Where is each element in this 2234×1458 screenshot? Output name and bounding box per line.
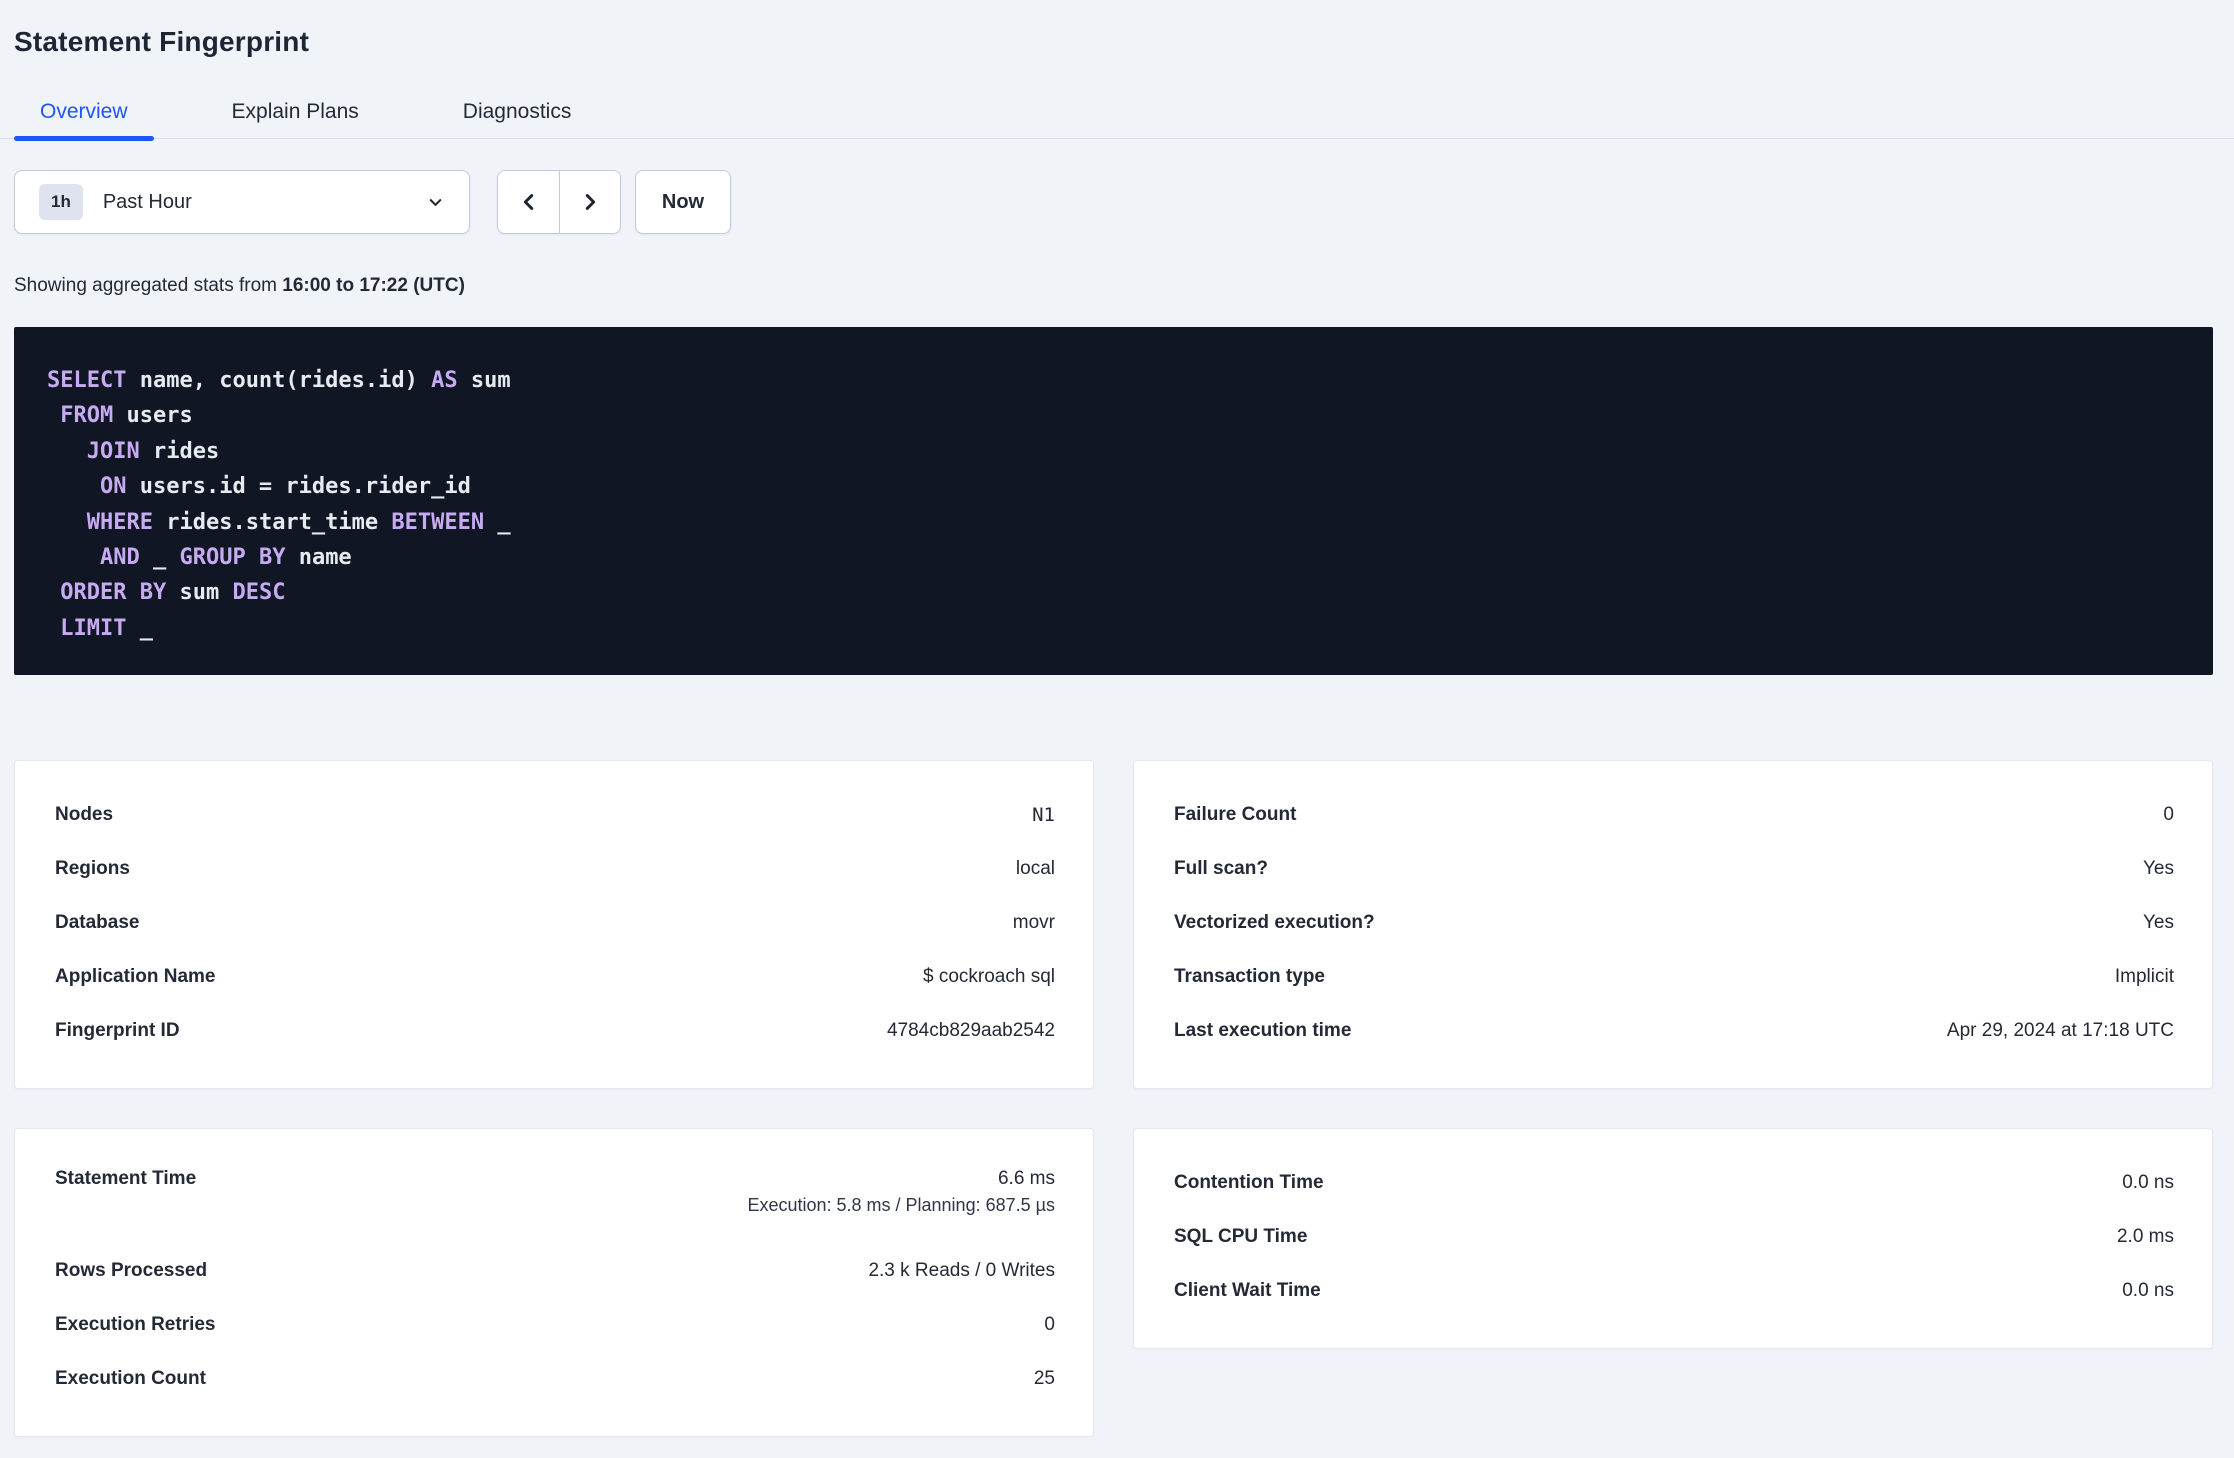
sql-cpu-time-value: 2.0 ms <box>2116 1226 2174 1248</box>
regions-row: Regions local <box>55 842 1055 896</box>
contention-time-row: Contention Time 0.0 ns <box>1174 1156 2174 1210</box>
rows-processed-row: Rows Processed 2.3 k Reads / 0 Writes <box>55 1244 1055 1298</box>
chevron-left-icon <box>518 191 540 213</box>
chevron-down-icon <box>426 193 445 212</box>
client-wait-time-label: Client Wait Time <box>1174 1280 1321 1302</box>
execution-count-row: Execution Count 25 <box>55 1352 1055 1406</box>
vectorized-execution-label: Vectorized execution? <box>1174 912 1375 934</box>
sql-line: ORDER BY sum DESC <box>60 580 286 606</box>
execution-retries-value: 0 <box>1044 1314 1055 1336</box>
last-execution-time-row: Last execution time Apr 29, 2024 at 17:1… <box>1174 1004 2174 1058</box>
transaction-type-row: Transaction type Implicit <box>1174 950 2174 1004</box>
vectorized-execution-value: Yes <box>2143 912 2174 934</box>
overview-cards-row-2: Statement Time 6.6 ms Execution: 5.8 ms … <box>14 1128 2213 1438</box>
stats-caption: Showing aggregated stats from 16:00 to 1… <box>14 275 2234 297</box>
application-name-row: Application Name $ cockroach sql <box>55 950 1055 1004</box>
sql-line: LIMIT _ <box>60 615 153 641</box>
wait-time-card: Contention Time 0.0 ns SQL CPU Time 2.0 … <box>1133 1128 2213 1350</box>
statement-time-row: Statement Time 6.6 ms Execution: 5.8 ms … <box>55 1156 1055 1244</box>
execution-retries-label: Execution Retries <box>55 1314 216 1336</box>
next-time-button[interactable] <box>559 171 620 233</box>
sql-line: AND _ GROUP BY name <box>99 545 352 571</box>
full-scan-label: Full scan? <box>1174 858 1268 880</box>
statement-time-value: 6.6 ms <box>997 1168 1055 1190</box>
tab-overview[interactable]: Overview <box>14 100 154 141</box>
time-range-label: Past Hour <box>102 190 192 213</box>
sql-cpu-time-row: SQL CPU Time 2.0 ms <box>1174 1210 2174 1264</box>
nodes-link[interactable]: N1 <box>1032 804 1055 826</box>
failure-count-value: 0 <box>2163 804 2174 826</box>
fingerprint-id-value: 4784cb829aab2542 <box>886 1020 1055 1042</box>
prev-time-button[interactable] <box>498 171 559 233</box>
page-title: Statement Fingerprint <box>14 26 310 57</box>
sql-line: SELECT name, count(rides.id) AS sum <box>47 368 511 393</box>
now-button[interactable]: Now <box>635 170 731 234</box>
client-wait-time-row: Client Wait Time 0.0 ns <box>1174 1264 2174 1318</box>
stats-caption-range: 16:00 to 17:22 (UTC) <box>282 275 465 296</box>
database-row: Database movr <box>55 896 1055 950</box>
full-scan-row: Full scan? Yes <box>1174 842 2174 896</box>
last-execution-time-label: Last execution time <box>1174 1020 1352 1042</box>
vectorized-execution-row: Vectorized execution? Yes <box>1174 896 2174 950</box>
fingerprint-id-label: Fingerprint ID <box>55 1020 180 1042</box>
stats-caption-prefix: Showing aggregated stats from <box>14 275 283 296</box>
fingerprint-id-row: Fingerprint ID 4784cb829aab2542 <box>55 1004 1055 1058</box>
database-value: movr <box>1012 912 1055 934</box>
contention-time-value: 0.0 ns <box>2122 1172 2174 1194</box>
database-label: Database <box>55 912 140 934</box>
application-name-label: Application Name <box>55 966 216 988</box>
failure-count-row: Failure Count 0 <box>1174 788 2174 842</box>
time-range-dropdown[interactable]: 1h Past Hour <box>14 170 470 234</box>
statement-details-card: Nodes N1 Regions local Database movr App… <box>14 760 1094 1090</box>
time-controls: 1h Past Hour Now <box>14 170 2234 234</box>
tab-explain-plans-label: Explain Plans <box>231 100 359 123</box>
tab-overview-label: Overview <box>40 100 128 123</box>
failure-count-label: Failure Count <box>1174 804 1297 826</box>
transaction-type-value: Implicit <box>2114 966 2174 988</box>
nodes-label: Nodes <box>55 804 114 826</box>
statement-timing-card: Statement Time 6.6 ms Execution: 5.8 ms … <box>14 1128 1094 1438</box>
interval-badge: 1h <box>39 184 83 220</box>
execution-count-value: 25 <box>1033 1368 1055 1390</box>
regions-label: Regions <box>55 858 130 880</box>
sql-line: WHERE rides.start_time BETWEEN _ <box>86 509 511 535</box>
sql-line: FROM users <box>60 403 193 429</box>
rows-processed-value: 2.3 k Reads / 0 Writes <box>868 1260 1055 1282</box>
statement-fingerprint-page: Statement Fingerprint Overview Explain P… <box>0 0 2234 1458</box>
transaction-type-label: Transaction type <box>1174 966 1325 988</box>
statement-time-label: Statement Time <box>55 1168 197 1190</box>
sql-cpu-time-label: SQL CPU Time <box>1174 1226 1308 1248</box>
sql-line: ON users.id = rides.rider_id <box>99 474 471 500</box>
tab-bar: Overview Explain Plans Diagnostics <box>0 100 2234 141</box>
nodes-row: Nodes N1 <box>55 788 1055 842</box>
chevron-right-icon <box>579 191 601 213</box>
sql-line: JOIN rides <box>86 438 220 464</box>
contention-time-label: Contention Time <box>1174 1172 1324 1194</box>
tab-diagnostics-label: Diagnostics <box>462 100 572 123</box>
tab-diagnostics[interactable]: Diagnostics <box>437 100 598 138</box>
regions-value: local <box>1015 858 1055 880</box>
tab-explain-plans[interactable]: Explain Plans <box>206 100 385 138</box>
full-scan-value: Yes <box>2143 858 2174 880</box>
last-execution-time-value: Apr 29, 2024 at 17:18 UTC <box>1946 1020 2174 1042</box>
client-wait-time-value: 0.0 ns <box>2122 1280 2174 1302</box>
execution-attributes-card: Failure Count 0 Full scan? Yes Vectorize… <box>1133 760 2213 1090</box>
time-step-buttons <box>497 170 621 234</box>
execution-count-label: Execution Count <box>55 1368 206 1390</box>
rows-processed-label: Rows Processed <box>55 1260 208 1282</box>
sql-statement-box: SELECT name, count(rides.id) AS sum FROM… <box>14 327 2213 676</box>
statement-time-breakdown: Execution: 5.8 ms / Planning: 687.5 µs <box>747 1195 1055 1216</box>
application-name-link[interactable]: $ cockroach sql <box>923 966 1055 988</box>
execution-retries-row: Execution Retries 0 <box>55 1298 1055 1352</box>
overview-cards-row-1: Nodes N1 Regions local Database movr App… <box>14 760 2213 1090</box>
